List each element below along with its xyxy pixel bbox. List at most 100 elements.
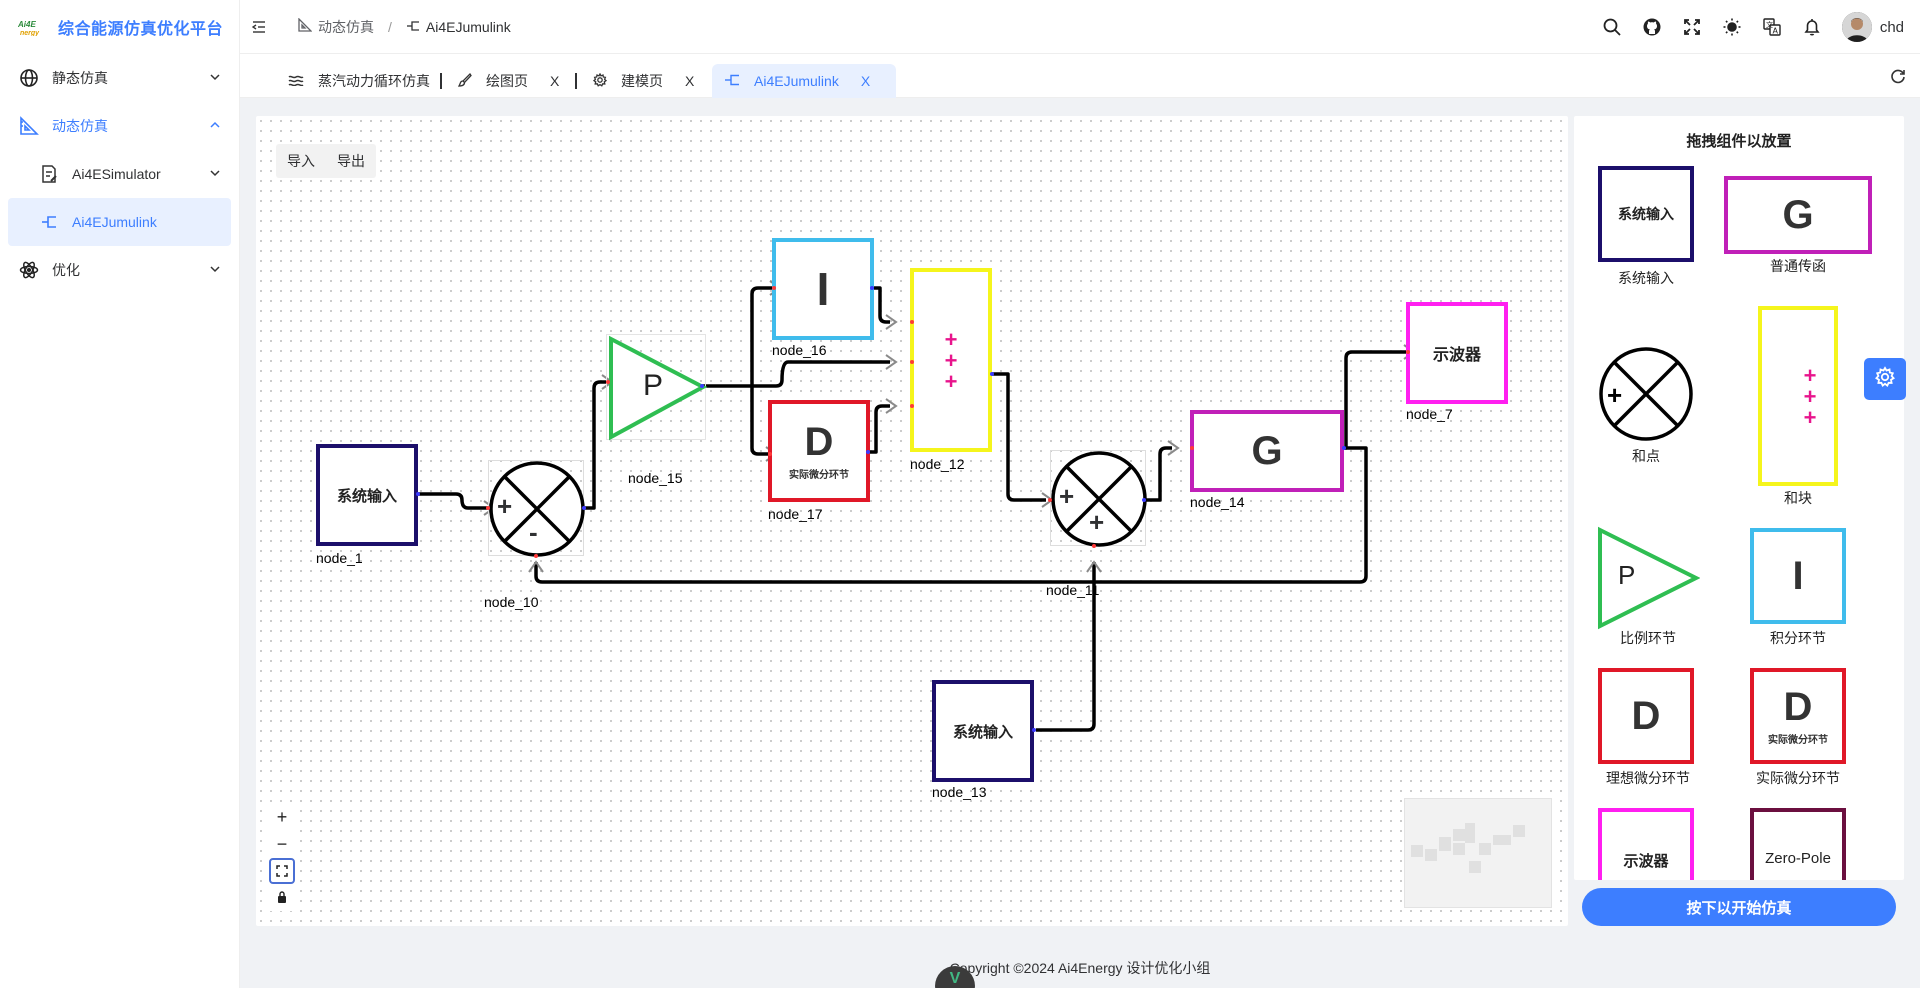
oscilloscope-block[interactable]: 示波器 bbox=[1406, 302, 1508, 404]
port[interactable] bbox=[866, 450, 870, 454]
tab-label: 建模页 bbox=[621, 73, 663, 89]
sidebar-item-dynamic-sim[interactable]: 动态仿真 bbox=[0, 102, 239, 150]
refresh-icon[interactable] bbox=[1890, 68, 1906, 89]
breadcrumb-item-current: Ai4EJumulink bbox=[425, 18, 511, 35]
port[interactable] bbox=[486, 506, 490, 510]
link-bracket-icon bbox=[38, 211, 60, 233]
transfer-function-block[interactable]: G bbox=[1190, 410, 1344, 492]
port[interactable] bbox=[534, 554, 538, 558]
sidebar-item-static-sim[interactable]: 静态仿真 bbox=[0, 54, 239, 102]
port[interactable] bbox=[910, 404, 914, 408]
avatar[interactable] bbox=[1841, 12, 1872, 42]
port[interactable] bbox=[910, 360, 914, 364]
port[interactable] bbox=[700, 384, 704, 388]
plus-sign: + bbox=[1059, 481, 1075, 511]
integral-block[interactable]: I bbox=[772, 238, 874, 340]
zoom-out-button[interactable]: − bbox=[268, 831, 296, 858]
ruler-triangle-icon bbox=[18, 115, 40, 137]
search-icon[interactable] bbox=[1602, 17, 1622, 37]
palette-sum-block[interactable]: + + + bbox=[1758, 306, 1838, 486]
system-input-block[interactable]: 系统输入 bbox=[316, 444, 418, 546]
chevron-down-icon bbox=[209, 166, 221, 182]
tab-label: 绘图页 bbox=[486, 73, 528, 89]
port[interactable] bbox=[416, 492, 420, 496]
port[interactable] bbox=[606, 380, 610, 384]
palette-transfer-function[interactable]: G bbox=[1724, 176, 1872, 254]
port[interactable] bbox=[1190, 446, 1194, 450]
tab-plot-page[interactable]: 绘图页 X bbox=[446, 64, 571, 98]
port[interactable] bbox=[772, 286, 776, 290]
block-text: G bbox=[1782, 192, 1814, 237]
port[interactable] bbox=[1048, 498, 1052, 502]
tab-model-page[interactable]: 建模页 X bbox=[581, 64, 706, 98]
export-button[interactable]: 导出 bbox=[326, 144, 376, 178]
fit-view-button[interactable] bbox=[269, 858, 295, 884]
brand[interactable]: Ai4E nergy 综合能源仿真优化平台 bbox=[0, 0, 239, 54]
close-icon[interactable]: X bbox=[861, 73, 870, 89]
close-icon[interactable]: X bbox=[685, 73, 694, 89]
port[interactable] bbox=[768, 452, 772, 456]
palette-oscilloscope[interactable]: 示波器 bbox=[1598, 808, 1694, 880]
sidebar-item-label: 动态仿真 bbox=[52, 118, 108, 134]
block-text: 系统输入 bbox=[336, 487, 397, 505]
sum-block[interactable]: + + + bbox=[910, 268, 992, 452]
brand-logo: Ai4E nergy bbox=[18, 17, 50, 37]
palette-ideal-derivative[interactable]: D bbox=[1598, 668, 1694, 764]
diagram-canvas[interactable]: 导入 导出 系统输入 node_1 + - node_10 P node_15 … bbox=[256, 116, 1568, 926]
minimap-node bbox=[1513, 825, 1525, 837]
port[interactable] bbox=[1342, 446, 1346, 450]
port[interactable] bbox=[1406, 350, 1410, 354]
port[interactable] bbox=[1092, 544, 1096, 548]
port[interactable] bbox=[990, 372, 994, 376]
github-icon[interactable] bbox=[1642, 17, 1662, 37]
waves-icon bbox=[288, 73, 304, 89]
sum-point-block[interactable]: + - bbox=[488, 460, 585, 557]
footer-copyright: Copyright ©2024 Ai4Energy 设计优化小组 bbox=[949, 960, 1211, 976]
tab-ai4ejumulink[interactable]: Ai4EJumulink X bbox=[712, 64, 896, 98]
sidebar-item-ai4ejumulink[interactable]: Ai4EJumulink bbox=[8, 198, 231, 246]
sum-point-block[interactable]: + + bbox=[1050, 450, 1147, 547]
breadcrumb-item[interactable]: 动态仿真 bbox=[318, 17, 374, 37]
sidebar-item-optimize[interactable]: 优化 bbox=[0, 246, 239, 294]
import-button[interactable]: 导入 bbox=[276, 144, 326, 178]
gear-icon bbox=[592, 72, 608, 90]
system-input-block[interactable]: 系统输入 bbox=[932, 680, 1034, 782]
sidebar-item-label: Ai4EJumulink bbox=[72, 214, 157, 230]
port[interactable] bbox=[1142, 498, 1146, 502]
translate-icon[interactable]: 文A bbox=[1762, 17, 1782, 37]
settings-button[interactable] bbox=[1864, 358, 1906, 400]
palette-caption: 和块 bbox=[1784, 490, 1812, 506]
sun-icon[interactable] bbox=[1722, 17, 1742, 37]
sidebar-item-label: 静态仿真 bbox=[52, 70, 108, 86]
sidebar-item-ai4esimulator[interactable]: Ai4ESimulator bbox=[0, 150, 239, 198]
node-label: node_7 bbox=[1406, 406, 1453, 422]
username[interactable]: chd bbox=[1880, 19, 1904, 36]
start-simulation-button[interactable]: 按下以开始仿真 bbox=[1582, 888, 1896, 926]
block-text: P bbox=[1618, 560, 1636, 590]
zoom-in-button[interactable]: + bbox=[268, 804, 296, 831]
palette-integral[interactable]: I bbox=[1750, 528, 1846, 624]
port[interactable] bbox=[870, 286, 874, 290]
port[interactable] bbox=[1032, 728, 1036, 732]
bell-icon[interactable] bbox=[1802, 17, 1822, 37]
block-text: D bbox=[1783, 684, 1813, 729]
port[interactable] bbox=[582, 506, 586, 510]
minimap[interactable] bbox=[1404, 798, 1552, 908]
close-icon[interactable]: X bbox=[550, 73, 559, 89]
minimap-node bbox=[1425, 849, 1437, 861]
palette-actual-derivative[interactable]: D 实际微分环节 bbox=[1750, 668, 1846, 764]
fullscreen-icon[interactable] bbox=[1682, 17, 1702, 37]
palette-proportional[interactable]: P bbox=[1596, 526, 1701, 630]
lock-button[interactable] bbox=[268, 884, 296, 911]
palette-sum-point[interactable]: + bbox=[1598, 346, 1694, 442]
block-text: I bbox=[816, 263, 830, 315]
tab-steam-cycle[interactable]: 蒸汽动力循环仿真 bbox=[276, 64, 442, 98]
palette-zero-pole[interactable]: Zero-Pole bbox=[1750, 808, 1846, 880]
derivative-block[interactable]: D 实际微分环节 bbox=[768, 400, 870, 502]
ruler-triangle-icon bbox=[298, 17, 313, 35]
port[interactable] bbox=[910, 320, 914, 324]
proportional-block[interactable]: P bbox=[606, 334, 708, 441]
palette-system-input[interactable]: 系统输入 bbox=[1598, 166, 1694, 262]
node-label: node_1 bbox=[316, 550, 363, 566]
collapse-menu-icon[interactable] bbox=[252, 20, 274, 33]
